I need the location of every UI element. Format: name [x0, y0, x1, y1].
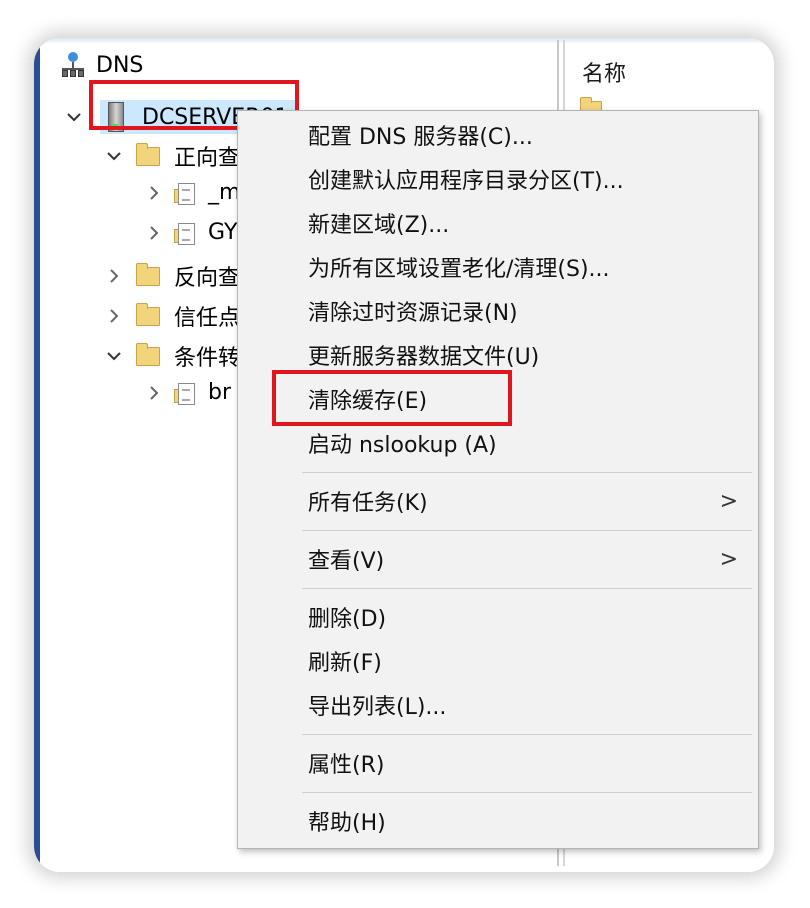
menu-item-set-aging[interactable]: 为所有区域设置老化/清理(S)... [238, 247, 758, 287]
menu-separator [302, 792, 752, 793]
chevron-down-icon[interactable] [104, 146, 124, 166]
menu-item-update-data-files[interactable]: 更新服务器数据文件(U) [238, 335, 758, 375]
menu-item-view[interactable]: 查看(V) > [238, 539, 758, 579]
column-header-name[interactable]: 名称 [582, 56, 626, 88]
chevron-down-icon[interactable] [64, 107, 84, 127]
menu-item-new-zone[interactable]: 新建区域(Z)... [238, 203, 758, 243]
zone-icon [174, 181, 195, 205]
chevron-down-icon[interactable] [104, 346, 124, 366]
zone-icon [174, 381, 195, 405]
context-menu: 配置 DNS 服务器(C)... 创建默认应用程序目录分区(T)... 新建区域… [237, 110, 759, 849]
tree-node-label: _m [208, 180, 241, 205]
folder-icon [136, 262, 160, 286]
menu-separator [302, 734, 752, 735]
menu-item-scavenge[interactable]: 清除过时资源记录(N) [238, 291, 758, 331]
tree-node-label: 反向查 [174, 266, 241, 291]
tree-node-forward-lookup[interactable]: 正向查 [104, 140, 240, 172]
menu-item-help[interactable]: 帮助(H) [238, 801, 758, 841]
tree-root-label: DNS [96, 52, 144, 78]
tree-node-label: 信任点 [174, 306, 241, 331]
menu-item-properties[interactable]: 属性(R) [238, 743, 758, 783]
menu-separator [302, 588, 752, 589]
tree-node-zone-br[interactable]: br [144, 380, 231, 405]
chevron-right-icon[interactable] [144, 223, 164, 243]
tree-node-zone-gy[interactable]: GY [144, 220, 237, 245]
tree-node-label: 条件转 [174, 346, 241, 371]
chevron-right-icon: > [719, 546, 738, 572]
menu-item-all-tasks[interactable]: 所有任务(K) > [238, 481, 758, 521]
tree-node-conditional-forwarders[interactable]: 条件转 [104, 340, 240, 372]
tree-node-trust-points[interactable]: 信任点 [104, 300, 240, 332]
folder-icon [136, 142, 160, 166]
highlight-clear-cache-box [272, 370, 512, 426]
tree-root-dns[interactable]: DNS [62, 52, 143, 78]
zone-icon [174, 221, 195, 245]
menu-separator [302, 530, 752, 531]
tree-node-label: GY [208, 220, 238, 245]
chevron-right-icon[interactable] [104, 266, 124, 286]
tree-node-zone-msdcs[interactable]: _m [144, 180, 240, 205]
mmc-window: DNS DCSERVER01 正向查 _m GY 反向查 信任点 条件转 br … [34, 38, 774, 872]
menu-item-refresh[interactable]: 刷新(F) [238, 641, 758, 681]
menu-item-launch-nslookup[interactable]: 启动 nslookup (A) [238, 423, 758, 463]
tree-node-reverse-lookup[interactable]: 反向查 [104, 260, 240, 292]
menu-item-configure-dns[interactable]: 配置 DNS 服务器(C)... [238, 115, 758, 155]
dns-icon [62, 52, 84, 78]
folder-icon [136, 302, 160, 326]
menu-item-export-list[interactable]: 导出列表(L)... [238, 685, 758, 725]
folder-icon [136, 342, 160, 366]
tree-node-label: 正向查 [174, 146, 241, 171]
menu-item-delete[interactable]: 删除(D) [238, 597, 758, 637]
menu-item-create-app-partition[interactable]: 创建默认应用程序目录分区(T)... [238, 159, 758, 199]
menu-separator [302, 472, 752, 473]
tree-node-label: br [208, 380, 232, 405]
chevron-right-icon[interactable] [144, 383, 164, 403]
chevron-right-icon[interactable] [144, 183, 164, 203]
chevron-right-icon[interactable] [104, 306, 124, 326]
chevron-right-icon: > [719, 488, 738, 514]
